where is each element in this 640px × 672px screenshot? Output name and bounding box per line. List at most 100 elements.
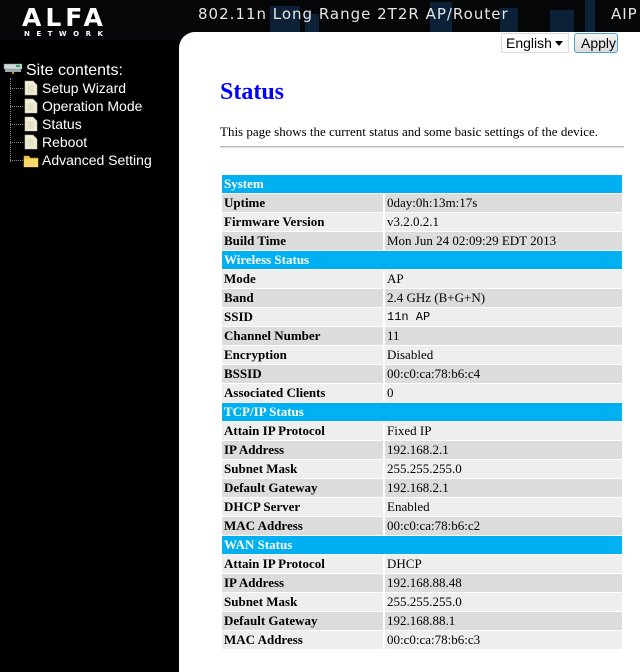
row-value: 192.168.88.48 <box>385 574 622 592</box>
row-label: Mode <box>222 270 385 288</box>
page-icon <box>24 98 38 114</box>
row-label: Uptime <box>222 194 385 212</box>
row-label: Attain IP Protocol <box>222 422 385 440</box>
page-description: This page shows the current status and s… <box>220 124 598 139</box>
table-row: Attain IP Protocol Fixed IP <box>222 422 622 440</box>
status-table: System Uptime 0day:0h:13m:17s Firmware Ve… <box>222 174 622 650</box>
table-row: Mode AP <box>222 270 622 288</box>
language-select-value: English <box>506 35 552 51</box>
row-value: 11 <box>385 327 622 345</box>
product-title: 802.11n Long Range 2T2R AP/Router <box>198 5 509 23</box>
table-row: Channel Number 11 <box>222 327 622 345</box>
row-value: Enabled <box>385 498 622 516</box>
tree-branch <box>10 88 23 89</box>
table-row: IP Address 192.168.2.1 <box>222 441 622 459</box>
row-value: 192.168.2.1 <box>385 441 622 459</box>
table-row: MAC Address 00:c0:ca:78:b6:c2 <box>222 517 622 535</box>
router-icon <box>3 63 23 74</box>
row-label: Build Time <box>222 232 385 250</box>
language-select[interactable]: English <box>501 33 569 53</box>
logo-subtitle: NETWORK <box>24 30 110 38</box>
table-row: Subnet Mask 255.255.255.0 <box>222 460 622 478</box>
sidebar-item-label: Reboot <box>42 134 88 150</box>
section-header-wan-status: WAN Status <box>222 536 622 554</box>
row-value: v3.2.0.2.1 <box>385 213 622 231</box>
row-value: 00:c0:ca:78:b6:c3 <box>385 631 622 649</box>
sidebar-item-label: Advanced Setting <box>42 152 152 168</box>
row-value: 00:c0:ca:78:b6:c4 <box>385 365 622 383</box>
table-row: Uptime 0day:0h:13m:17s <box>222 194 622 212</box>
row-value: DHCP <box>385 555 622 573</box>
row-value: 0day:0h:13m:17s <box>385 194 622 212</box>
table-row: Default Gateway 192.168.88.1 <box>222 612 622 630</box>
table-row: Build Time Mon Jun 24 02:09:29 EDT 2013 <box>222 232 622 250</box>
table-row: Encryption Disabled <box>222 346 622 364</box>
page-icon <box>24 80 38 96</box>
table-row: MAC Address 00:c0:ca:78:b6:c3 <box>222 631 622 649</box>
sidebar-item-reboot[interactable]: Reboot <box>10 133 180 151</box>
row-label: IP Address <box>222 574 385 592</box>
section-header-wireless-status: Wireless Status <box>222 251 622 269</box>
row-label: Subnet Mask <box>222 593 385 611</box>
table-row: Firmware Version v3.2.0.2.1 <box>222 213 622 231</box>
sidebar-item-operation-mode[interactable]: Operation Mode <box>10 97 180 115</box>
section-title: TCP/IP Status <box>222 403 622 421</box>
row-label: MAC Address <box>222 631 385 649</box>
row-label: SSID <box>222 308 385 326</box>
row-label: BSSID <box>222 365 385 383</box>
alfa-logo: ALFA NETWORK <box>22 3 137 40</box>
row-label: Default Gateway <box>222 479 385 497</box>
row-value: Disabled <box>385 346 622 364</box>
row-value: Mon Jun 24 02:09:29 EDT 2013 <box>385 232 622 250</box>
tree-branch <box>10 106 23 107</box>
table-row: Band 2.4 GHz (B+G+N) <box>222 289 622 307</box>
tree-branch <box>10 160 23 161</box>
product-title-right: AIP <box>611 5 638 23</box>
row-label: Default Gateway <box>222 612 385 630</box>
section-title: System <box>222 175 622 193</box>
section-title: Wireless Status <box>222 251 622 269</box>
table-row: DHCP Server Enabled <box>222 498 622 516</box>
table-row: Attain IP Protocol DHCP <box>222 555 622 573</box>
section-header-system: System <box>222 175 622 193</box>
row-value: 0 <box>385 384 622 402</box>
row-value: 192.168.2.1 <box>385 479 622 497</box>
sidebar-item-status[interactable]: Status <box>10 115 180 133</box>
row-label: Channel Number <box>222 327 385 345</box>
table-row: SSID 11n AP <box>222 308 622 326</box>
skyline-decoration <box>550 10 574 32</box>
row-label: Band <box>222 289 385 307</box>
row-value: 255.255.255.0 <box>385 460 622 478</box>
sidebar-item-label: Setup Wizard <box>42 80 127 96</box>
row-label: MAC Address <box>222 517 385 535</box>
sidebar-title: Site contents: <box>26 62 123 79</box>
row-label: Attain IP Protocol <box>222 555 385 573</box>
row-label: Subnet Mask <box>222 460 385 478</box>
page-icon <box>24 134 38 150</box>
row-value: Fixed IP <box>385 422 622 440</box>
row-label: DHCP Server <box>222 498 385 516</box>
sidebar-item-advanced-setting[interactable]: Advanced Setting <box>10 151 180 169</box>
table-row: IP Address 192.168.88.48 <box>222 574 622 592</box>
row-label: Encryption <box>222 346 385 364</box>
skyline-decoration <box>585 0 595 32</box>
sidebar-item-label: Operation Mode <box>42 98 143 114</box>
tree-branch <box>10 124 23 125</box>
table-row: BSSID 00:c0:ca:78:b6:c4 <box>222 365 622 383</box>
row-label: Associated Clients <box>222 384 385 402</box>
row-value: 11n AP <box>385 308 622 326</box>
apply-button[interactable]: Apply <box>574 33 618 53</box>
row-value: AP <box>385 270 622 288</box>
sidebar-item-label: Status <box>42 116 82 132</box>
logo-brand: ALFA <box>22 3 107 32</box>
sidebar-item-setup-wizard[interactable]: Setup Wizard <box>10 79 180 97</box>
row-value: 192.168.88.1 <box>385 612 622 630</box>
table-row: Default Gateway 192.168.2.1 <box>222 479 622 497</box>
row-value: 255.255.255.0 <box>385 593 622 611</box>
table-row: Associated Clients 0 <box>222 384 622 402</box>
tree-branch <box>10 142 23 143</box>
row-value: 00:c0:ca:78:b6:c2 <box>385 517 622 535</box>
folder-icon <box>23 155 39 168</box>
divider <box>220 146 624 148</box>
section-title: WAN Status <box>222 536 622 554</box>
